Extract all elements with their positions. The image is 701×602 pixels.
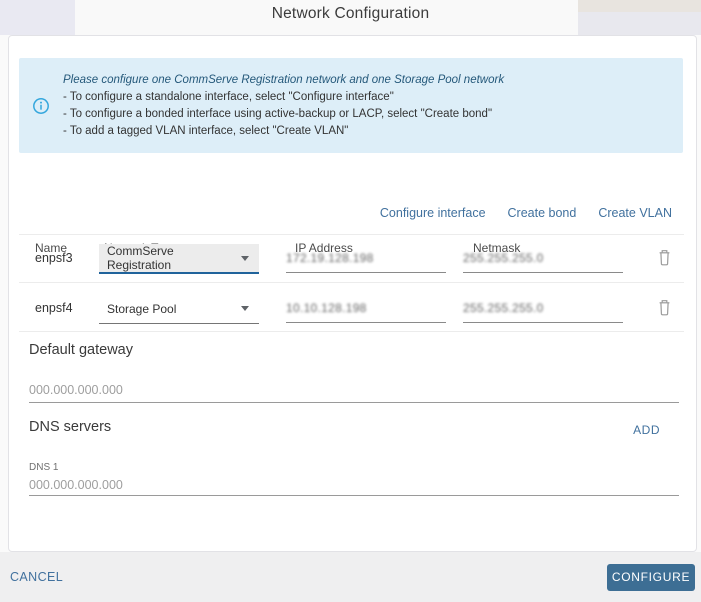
interface-actions: Configure interface Create bond Create V… xyxy=(380,206,672,220)
add-dns-button[interactable]: ADD xyxy=(633,423,660,437)
network-type-select[interactable]: Storage Pool xyxy=(99,294,259,324)
cancel-button[interactable]: CANCEL xyxy=(10,570,63,584)
configure-button[interactable]: CONFIGURE xyxy=(607,563,695,591)
chevron-down-icon xyxy=(241,306,249,311)
info-line-create-vlan: - To add a tagged VLAN interface, select… xyxy=(63,124,349,137)
chevron-down-icon xyxy=(241,255,249,261)
network-configuration-dialog: Please configure one CommServe Registrat… xyxy=(8,35,697,552)
network-type-select[interactable]: CommServe Registration xyxy=(99,244,259,274)
row-divider xyxy=(19,234,684,235)
info-banner: Please configure one CommServe Registrat… xyxy=(19,58,683,153)
page-title: Network Configuration xyxy=(271,5,430,22)
trash-icon xyxy=(659,250,669,266)
network-type-select-value: Storage Pool xyxy=(107,301,177,316)
netmask-value: 255.255.255.0 xyxy=(463,251,544,265)
configure-interface-link[interactable]: Configure interface xyxy=(380,206,486,220)
dns1-input[interactable] xyxy=(29,474,679,496)
info-banner-text: Please configure one CommServe Registrat… xyxy=(63,72,514,140)
ip-address-value: 172.19.128.198 xyxy=(286,251,374,265)
info-line-configure-interface: - To configure a standalone interface, s… xyxy=(63,90,394,103)
row-divider xyxy=(19,282,684,283)
netmask-field[interactable]: 255.255.255.0 xyxy=(463,301,623,323)
create-vlan-link[interactable]: Create VLAN xyxy=(598,206,672,220)
info-icon xyxy=(19,97,63,115)
trash-icon xyxy=(659,300,669,316)
ip-address-field[interactable]: 10.10.128.198 xyxy=(286,301,446,323)
ip-address-field[interactable]: 172.19.128.198 xyxy=(286,251,446,273)
network-type-select-value: CommServe Registration xyxy=(107,244,174,272)
default-gateway-input[interactable] xyxy=(29,377,679,403)
delete-interface-button[interactable] xyxy=(653,298,675,320)
dns1-field-label: DNS 1 xyxy=(29,462,59,473)
dialog-footer: CANCEL CONFIGURE xyxy=(0,552,701,602)
info-line-create-bond: - To configure a bonded interface using … xyxy=(63,107,493,120)
create-bond-link[interactable]: Create bond xyxy=(508,206,577,220)
row-divider xyxy=(19,331,684,332)
interface-name: enpsf4 xyxy=(35,301,73,315)
default-gateway-heading: Default gateway xyxy=(29,342,133,358)
delete-interface-button[interactable] xyxy=(653,248,675,270)
ip-address-value: 10.10.128.198 xyxy=(286,301,367,315)
interface-name: enpsf3 xyxy=(35,251,73,265)
dns-servers-heading: DNS servers xyxy=(29,419,112,435)
netmask-value: 255.255.255.0 xyxy=(463,301,544,315)
netmask-field[interactable]: 255.255.255.0 xyxy=(463,251,623,273)
info-heading: Please configure one CommServe Registrat… xyxy=(63,73,505,86)
